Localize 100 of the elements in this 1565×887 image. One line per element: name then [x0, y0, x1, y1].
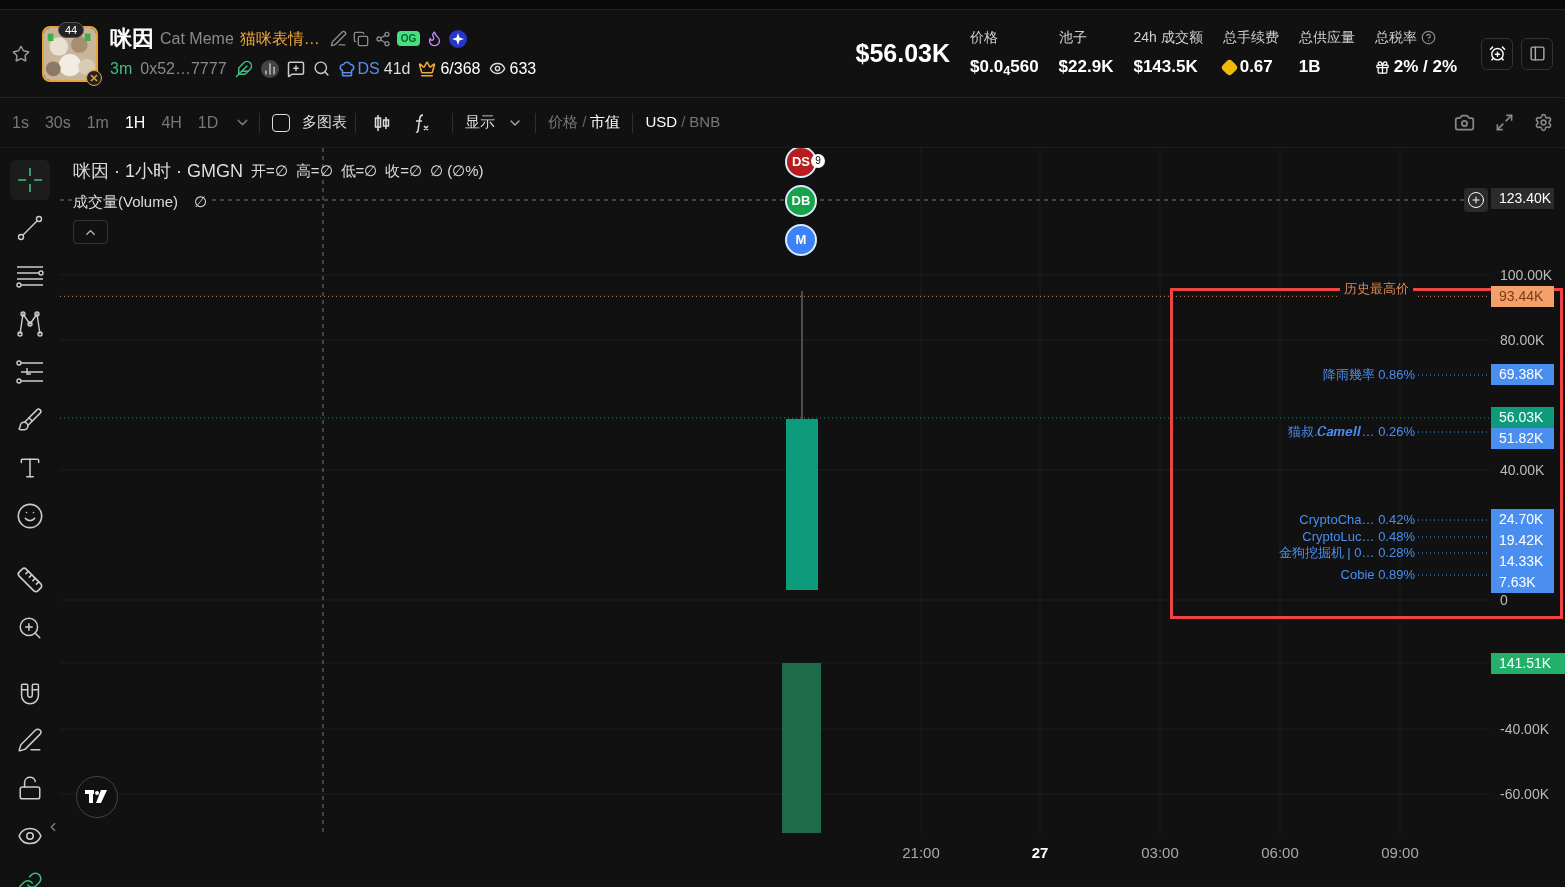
alarm-button[interactable] — [1481, 37, 1513, 70]
timeframe-tab[interactable]: 1D — [197, 110, 219, 135]
dev-label: DS — [357, 58, 380, 79]
holder-price-label: 51.82K — [1491, 428, 1554, 450]
emoji-icon — [16, 502, 44, 530]
ohlc-value: 开=∅ — [251, 161, 288, 182]
edit-icon[interactable] — [329, 30, 347, 47]
display-menu[interactable]: 显示 — [465, 111, 524, 134]
marker-count: 9 — [811, 154, 825, 168]
holder-label: Cobie 0.89% — [1340, 568, 1415, 582]
current-price-label: 56.03K — [1491, 407, 1554, 429]
multi-chart-checkbox[interactable]: 多图表 — [272, 111, 348, 134]
holder-label: 金狗挖掘机 | 0… 0.28% — [1278, 546, 1415, 560]
zoom-in-icon — [17, 615, 43, 641]
token-symbol: Cat Meme — [160, 28, 234, 49]
time-axis-label: 06:00 — [1261, 843, 1299, 863]
view-count: 633 — [509, 58, 537, 79]
unlock-icon — [17, 775, 43, 801]
volume-axis-tick: -60.00K — [1500, 787, 1550, 801]
dev-age: 41d — [383, 58, 411, 79]
trade-marker[interactable]: DB — [785, 185, 817, 217]
market-cap: $56.03K — [855, 37, 951, 69]
plus-icon — [1467, 191, 1485, 209]
timeframe-tab[interactable]: 1H — [124, 110, 146, 135]
lock-drawing-icon — [17, 727, 43, 753]
fullscreen-icon[interactable] — [1495, 113, 1514, 132]
holder-label: 猫叔.𝑪𝒂𝒎𝒆𝒍𝒍… 0.26% — [1287, 424, 1415, 438]
pattern-icon — [15, 309, 45, 339]
views-icon — [488, 60, 506, 77]
chain-badge-icon — [86, 69, 102, 86]
value-mode-toggle[interactable]: 价格 — [548, 111, 579, 134]
gift-icon — [1374, 59, 1390, 75]
crosshair-price-label: 123.40K — [1491, 188, 1554, 210]
separator: / — [582, 112, 587, 133]
favorite-star-icon[interactable] — [12, 44, 30, 63]
currency-toggle[interactable]: BNB — [689, 111, 721, 134]
time-axis-label: 27 — [1031, 843, 1049, 863]
stat-value: 0.67 — [1239, 56, 1273, 79]
feather-icon[interactable] — [234, 59, 253, 78]
holder-label: 降雨幾率 0.86% — [1322, 367, 1415, 381]
price-axis-tick: 80.00K — [1500, 333, 1545, 347]
price-axis-tick: 40.00K — [1500, 463, 1545, 477]
crown-icon — [418, 59, 437, 78]
brush-icon — [17, 407, 43, 433]
trade-marker[interactable]: M — [785, 224, 817, 256]
volume-legend: 成交量(Volume) — [73, 191, 179, 214]
ohlc-value: 低=∅ — [340, 161, 378, 182]
holder-price-label: 7.63K — [1491, 572, 1554, 594]
time-axis-label: 03:00 — [1141, 843, 1179, 863]
timeframe-tab[interactable]: 1s — [12, 110, 29, 135]
logo-icon — [85, 790, 109, 804]
chef-hat-icon — [337, 59, 356, 78]
stat-label: 总手续费 — [1222, 28, 1279, 48]
holder-price-label: 19.42K — [1491, 530, 1554, 552]
holder-price-label: 14.33K — [1491, 551, 1554, 573]
stat-label: 总供应量 — [1298, 28, 1355, 48]
stat-label: 24h 成交额 — [1133, 28, 1203, 48]
stat-label: 池子 — [1058, 28, 1087, 48]
price-axis-tick: 100.00K — [1500, 268, 1553, 282]
trend-line-icon — [15, 213, 45, 243]
search-icon[interactable] — [312, 60, 330, 77]
help-icon[interactable] — [1420, 30, 1436, 46]
holder-price-label: 69.38K — [1491, 364, 1554, 385]
stat-value: $22.9K — [1058, 56, 1114, 79]
panel-icon — [1528, 45, 1546, 62]
time-axis-label: 21:00 — [902, 843, 940, 863]
screenshot-icon[interactable] — [1454, 112, 1475, 133]
stat-value: 2% / 2% — [1393, 56, 1457, 79]
add-alert-button[interactable] — [1464, 188, 1488, 212]
copy-icon[interactable] — [352, 30, 369, 47]
crosshair-tool[interactable] — [10, 160, 50, 200]
panel-toggle-button[interactable] — [1521, 37, 1553, 70]
token-age: 3m — [110, 58, 133, 79]
chat-icon[interactable] — [286, 59, 305, 78]
chart-legend-title: 咪因 · 1小时 · GMGN — [73, 160, 243, 183]
separator: / — [681, 112, 686, 133]
ohlc-value: 高=∅ — [295, 161, 333, 182]
timeframe-tab[interactable]: 1m — [86, 110, 109, 135]
stat-value: 1B — [1298, 56, 1321, 79]
stat-value: $0.0$_{4}$560 — [970, 56, 1039, 80]
stat-label: 总税率 — [1374, 28, 1417, 48]
price-axis-tick: 0 — [1500, 593, 1508, 607]
ohlc-value: 收=∅ — [385, 161, 423, 182]
currency-toggle[interactable]: USD — [645, 111, 678, 134]
chart-icon[interactable] — [260, 59, 279, 78]
share-icon[interactable] — [374, 30, 391, 47]
token-name: 咪因 — [110, 27, 154, 50]
token-description: 猫咪表情… — [239, 28, 320, 49]
timeframe-tab[interactable]: 30s — [44, 110, 71, 135]
timeframe-tab[interactable]: 4H — [161, 110, 182, 135]
stat-label: 价格 — [970, 28, 999, 48]
value-mode-toggle[interactable]: 市值 — [590, 111, 621, 134]
holder-label: CryptoLuc… 0.48% — [1302, 529, 1415, 543]
holder-label: CryptoCha… 0.42% — [1299, 512, 1415, 526]
fib-icon — [14, 357, 46, 387]
change-value: ∅ (∅%) — [430, 161, 484, 182]
settings-icon[interactable] — [1534, 113, 1553, 132]
contract-address[interactable]: 0x52…7777 — [140, 56, 227, 81]
holder-price-label: 24.70K — [1491, 509, 1554, 531]
tradingview-logo[interactable] — [76, 776, 118, 818]
